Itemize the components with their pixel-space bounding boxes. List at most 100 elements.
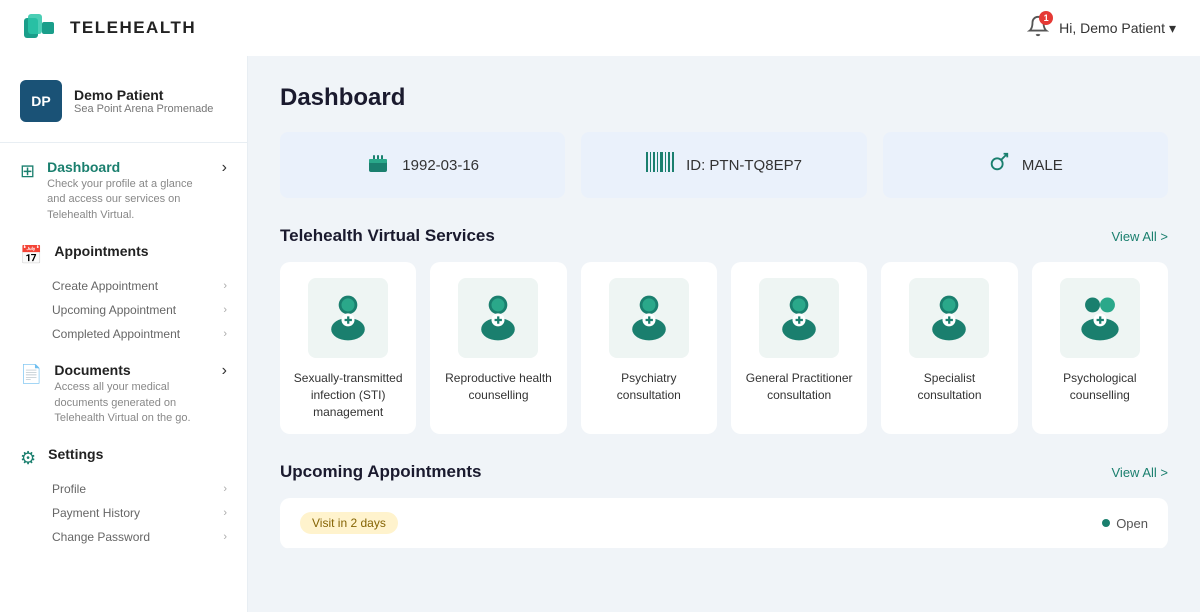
service-card-specialist[interactable]: ✚ Specialist consultation: [881, 262, 1017, 434]
services-view-all[interactable]: View All >: [1112, 229, 1169, 244]
svg-text:✚: ✚: [645, 316, 653, 326]
patient-id-value: ID: PTN-TQ8EP7: [686, 157, 802, 174]
sidebar-item-dashboard[interactable]: ⊞ Dashboard Check your profile at a glan…: [0, 151, 247, 231]
services-grid: ✚ Sexually-transmitted infection (STI) m…: [280, 262, 1168, 434]
completed-appointment-label: Completed Appointment: [52, 327, 180, 341]
header-right: 1 Hi, Demo Patient ▾: [1027, 15, 1176, 42]
logo-icon: [24, 14, 60, 42]
appointment-status: Open: [1102, 516, 1148, 531]
sidebar-subitem-create-appt[interactable]: Create Appointment ›: [52, 274, 227, 298]
chevron-right-icon: ›: [223, 531, 227, 543]
notification-bell[interactable]: 1: [1027, 15, 1049, 42]
appointments-view-all[interactable]: View All >: [1112, 465, 1169, 480]
chevron-right-icon: ›: [222, 159, 227, 177]
appointments-section-header: Upcoming Appointments View All >: [280, 462, 1168, 482]
sidebar-subitem-password[interactable]: Change Password ›: [52, 525, 227, 549]
sidebar-documents-label: Documents: [54, 362, 209, 378]
sidebar-subitem-payment[interactable]: Payment History ›: [52, 501, 227, 525]
chevron-right-icon: ›: [222, 362, 227, 380]
services-section-title: Telehealth Virtual Services: [280, 226, 495, 246]
user-info: Demo Patient Sea Point Arena Promenade: [74, 87, 213, 115]
info-cards: 1992-03-16 ID: PTN-TQ8EP7: [280, 132, 1168, 198]
svg-text:✚: ✚: [795, 316, 803, 326]
avatar: DP: [20, 80, 62, 122]
appointments-sub-items: Create Appointment › Upcoming Appointmen…: [0, 274, 247, 350]
sidebar-subitem-upcoming-appt[interactable]: Upcoming Appointment ›: [52, 298, 227, 322]
gp-service-label: General Practitioner consultation: [743, 370, 855, 404]
psychological-icon-wrap: ✚: [1060, 278, 1140, 358]
sidebar-divider: [0, 142, 247, 143]
service-card-psychological[interactable]: ✚ Psychological counselling: [1032, 262, 1168, 434]
settings-icon: ⚙: [20, 448, 36, 469]
sti-service-label: Sexually-transmitted infection (STI) man…: [292, 370, 404, 420]
reproductive-doctor-icon: ✚: [470, 290, 526, 346]
change-password-label: Change Password: [52, 530, 150, 544]
sidebar: DP Demo Patient Sea Point Arena Promenad…: [0, 56, 248, 612]
settings-sub-items: Profile › Payment History › Change Passw…: [0, 477, 247, 553]
sidebar-subitem-profile[interactable]: Profile ›: [52, 477, 227, 501]
reproductive-service-label: Reproductive health counselling: [442, 370, 554, 404]
sidebar-item-settings[interactable]: ⚙ Settings: [0, 438, 247, 477]
profile-label: Profile: [52, 482, 86, 496]
chevron-right-icon: ›: [223, 304, 227, 316]
app-header: TELEHEALTH 1 Hi, Demo Patient ▾: [0, 0, 1200, 56]
chevron-right-icon: ›: [223, 328, 227, 340]
psychiatry-icon-wrap: ✚: [609, 278, 689, 358]
main-content: Dashboard 1992-03-16: [248, 56, 1200, 612]
gp-icon-wrap: ✚: [759, 278, 839, 358]
chevron-down-icon: ▾: [1169, 20, 1176, 37]
sidebar-dashboard-desc: Check your profile at a glance and acces…: [47, 177, 210, 223]
documents-icon: 📄: [20, 364, 42, 385]
user-name: Demo Patient: [74, 87, 213, 103]
sidebar-item-documents[interactable]: 📄 Documents Access all your medical docu…: [0, 354, 247, 434]
chevron-right-icon: ›: [223, 507, 227, 519]
specialist-service-label: Specialist consultation: [893, 370, 1005, 404]
sidebar-documents-desc: Access all your medical documents genera…: [54, 380, 209, 426]
logo-area: TELEHEALTH: [24, 14, 196, 42]
sidebar-subitem-completed-appt[interactable]: Completed Appointment ›: [52, 322, 227, 346]
appointments-icon: 📅: [20, 245, 42, 266]
gender-value: MALE: [1022, 157, 1063, 174]
user-greeting: Hi, Demo Patient: [1059, 20, 1165, 36]
services-section-header: Telehealth Virtual Services View All >: [280, 226, 1168, 246]
user-location: Sea Point Arena Promenade: [74, 103, 213, 115]
service-card-sti[interactable]: ✚ Sexually-transmitted infection (STI) m…: [280, 262, 416, 434]
dob-value: 1992-03-16: [402, 157, 479, 174]
sidebar-dashboard-label: Dashboard: [47, 159, 210, 175]
birthday-icon: [366, 150, 390, 180]
create-appointment-label: Create Appointment: [52, 279, 158, 293]
psychiatry-doctor-icon: ✚: [621, 290, 677, 346]
sidebar-appointments-label: Appointments: [54, 243, 148, 259]
svg-text:✚: ✚: [495, 316, 503, 326]
service-card-reproductive[interactable]: ✚ Reproductive health counselling: [430, 262, 566, 434]
appointment-badge: Visit in 2 days: [300, 512, 398, 534]
sti-icon-wrap: ✚: [308, 278, 388, 358]
info-card-id: ID: PTN-TQ8EP7: [581, 132, 866, 198]
sidebar-section-documents: 📄 Documents Access all your medical docu…: [0, 354, 247, 434]
user-menu[interactable]: Hi, Demo Patient ▾: [1059, 20, 1176, 37]
appointments-section-title: Upcoming Appointments: [280, 462, 481, 482]
sidebar-item-appointments[interactable]: 📅 Appointments: [0, 235, 247, 274]
service-card-psychiatry[interactable]: ✚ Psychiatry consultation: [581, 262, 717, 434]
svg-text:✚: ✚: [344, 316, 352, 326]
chevron-right-icon: ›: [223, 483, 227, 495]
service-card-gp[interactable]: ✚ General Practitioner consultation: [731, 262, 867, 434]
upcoming-appointment-label: Upcoming Appointment: [52, 303, 176, 317]
user-profile: DP Demo Patient Sea Point Arena Promenad…: [0, 72, 247, 142]
info-card-gender: MALE: [883, 132, 1168, 198]
specialist-icon-wrap: ✚: [909, 278, 989, 358]
main-layout: DP Demo Patient Sea Point Arena Promenad…: [0, 56, 1200, 612]
specialist-doctor-icon: ✚: [921, 290, 977, 346]
sti-doctor-icon: ✚: [320, 290, 376, 346]
psychological-doctor-icon: ✚: [1072, 290, 1128, 346]
sidebar-section-settings: ⚙ Settings Profile › Payment History › C…: [0, 438, 247, 553]
appointment-row: Visit in 2 days Open: [280, 498, 1168, 549]
reproductive-icon-wrap: ✚: [458, 278, 538, 358]
psychological-service-label: Psychological counselling: [1044, 370, 1156, 404]
appointment-status-label: Open: [1116, 516, 1148, 531]
app-name: TELEHEALTH: [70, 18, 196, 38]
svg-text:✚: ✚: [946, 316, 954, 326]
sidebar-settings-label: Settings: [48, 446, 103, 462]
payment-history-label: Payment History: [52, 506, 140, 520]
dashboard-icon: ⊞: [20, 161, 35, 182]
